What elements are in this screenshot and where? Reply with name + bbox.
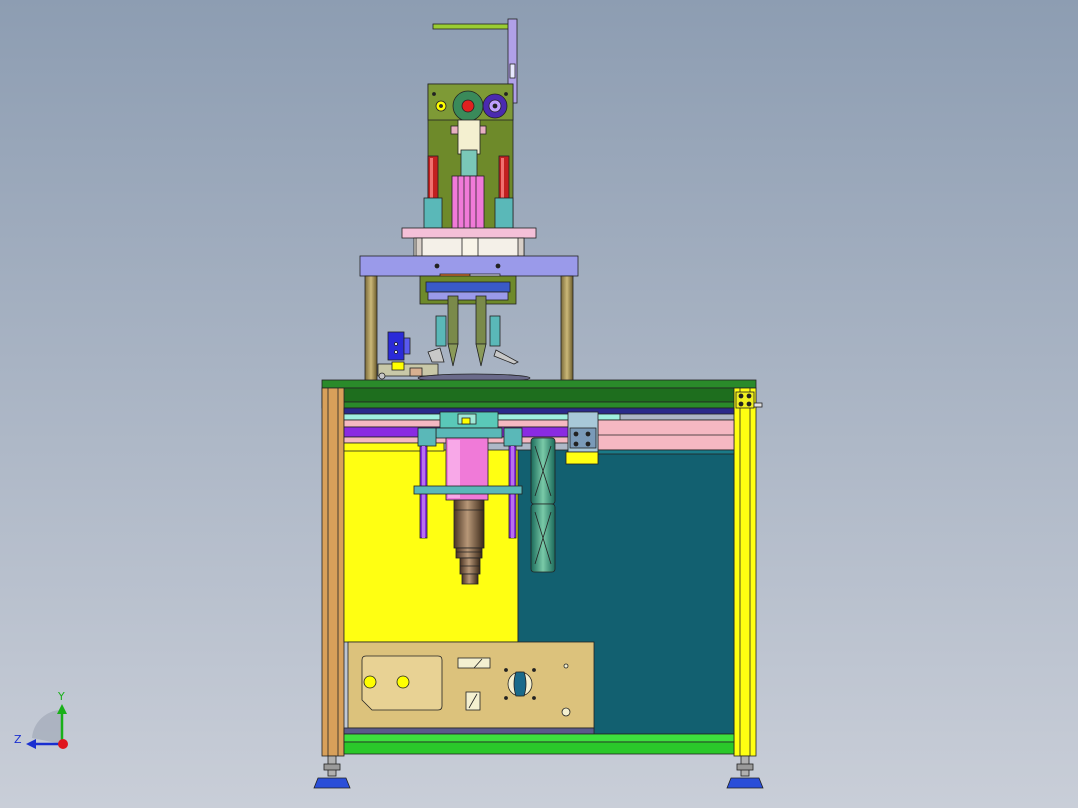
guide-post-left [364,275,378,383]
lift-plate [401,227,537,257]
cad-viewport[interactable]: Y Z [0,0,1078,808]
frame-left-post [321,387,345,757]
guide-post-right [560,275,574,383]
control-box [347,641,595,729]
cooling-fan-stack [530,437,556,573]
machine-assembly-drawing: Y Z [0,0,1078,808]
yellow-back-panel [343,442,519,643]
x-axis-dot [58,739,68,749]
z-axis-label: Z [14,733,22,746]
indicator-lamp-left [363,675,377,689]
indicator-lamp-right [396,675,410,689]
y-axis-label: Y [57,690,65,703]
connector-block [565,411,599,465]
top-plate [321,379,757,409]
panel-meter [457,657,491,669]
